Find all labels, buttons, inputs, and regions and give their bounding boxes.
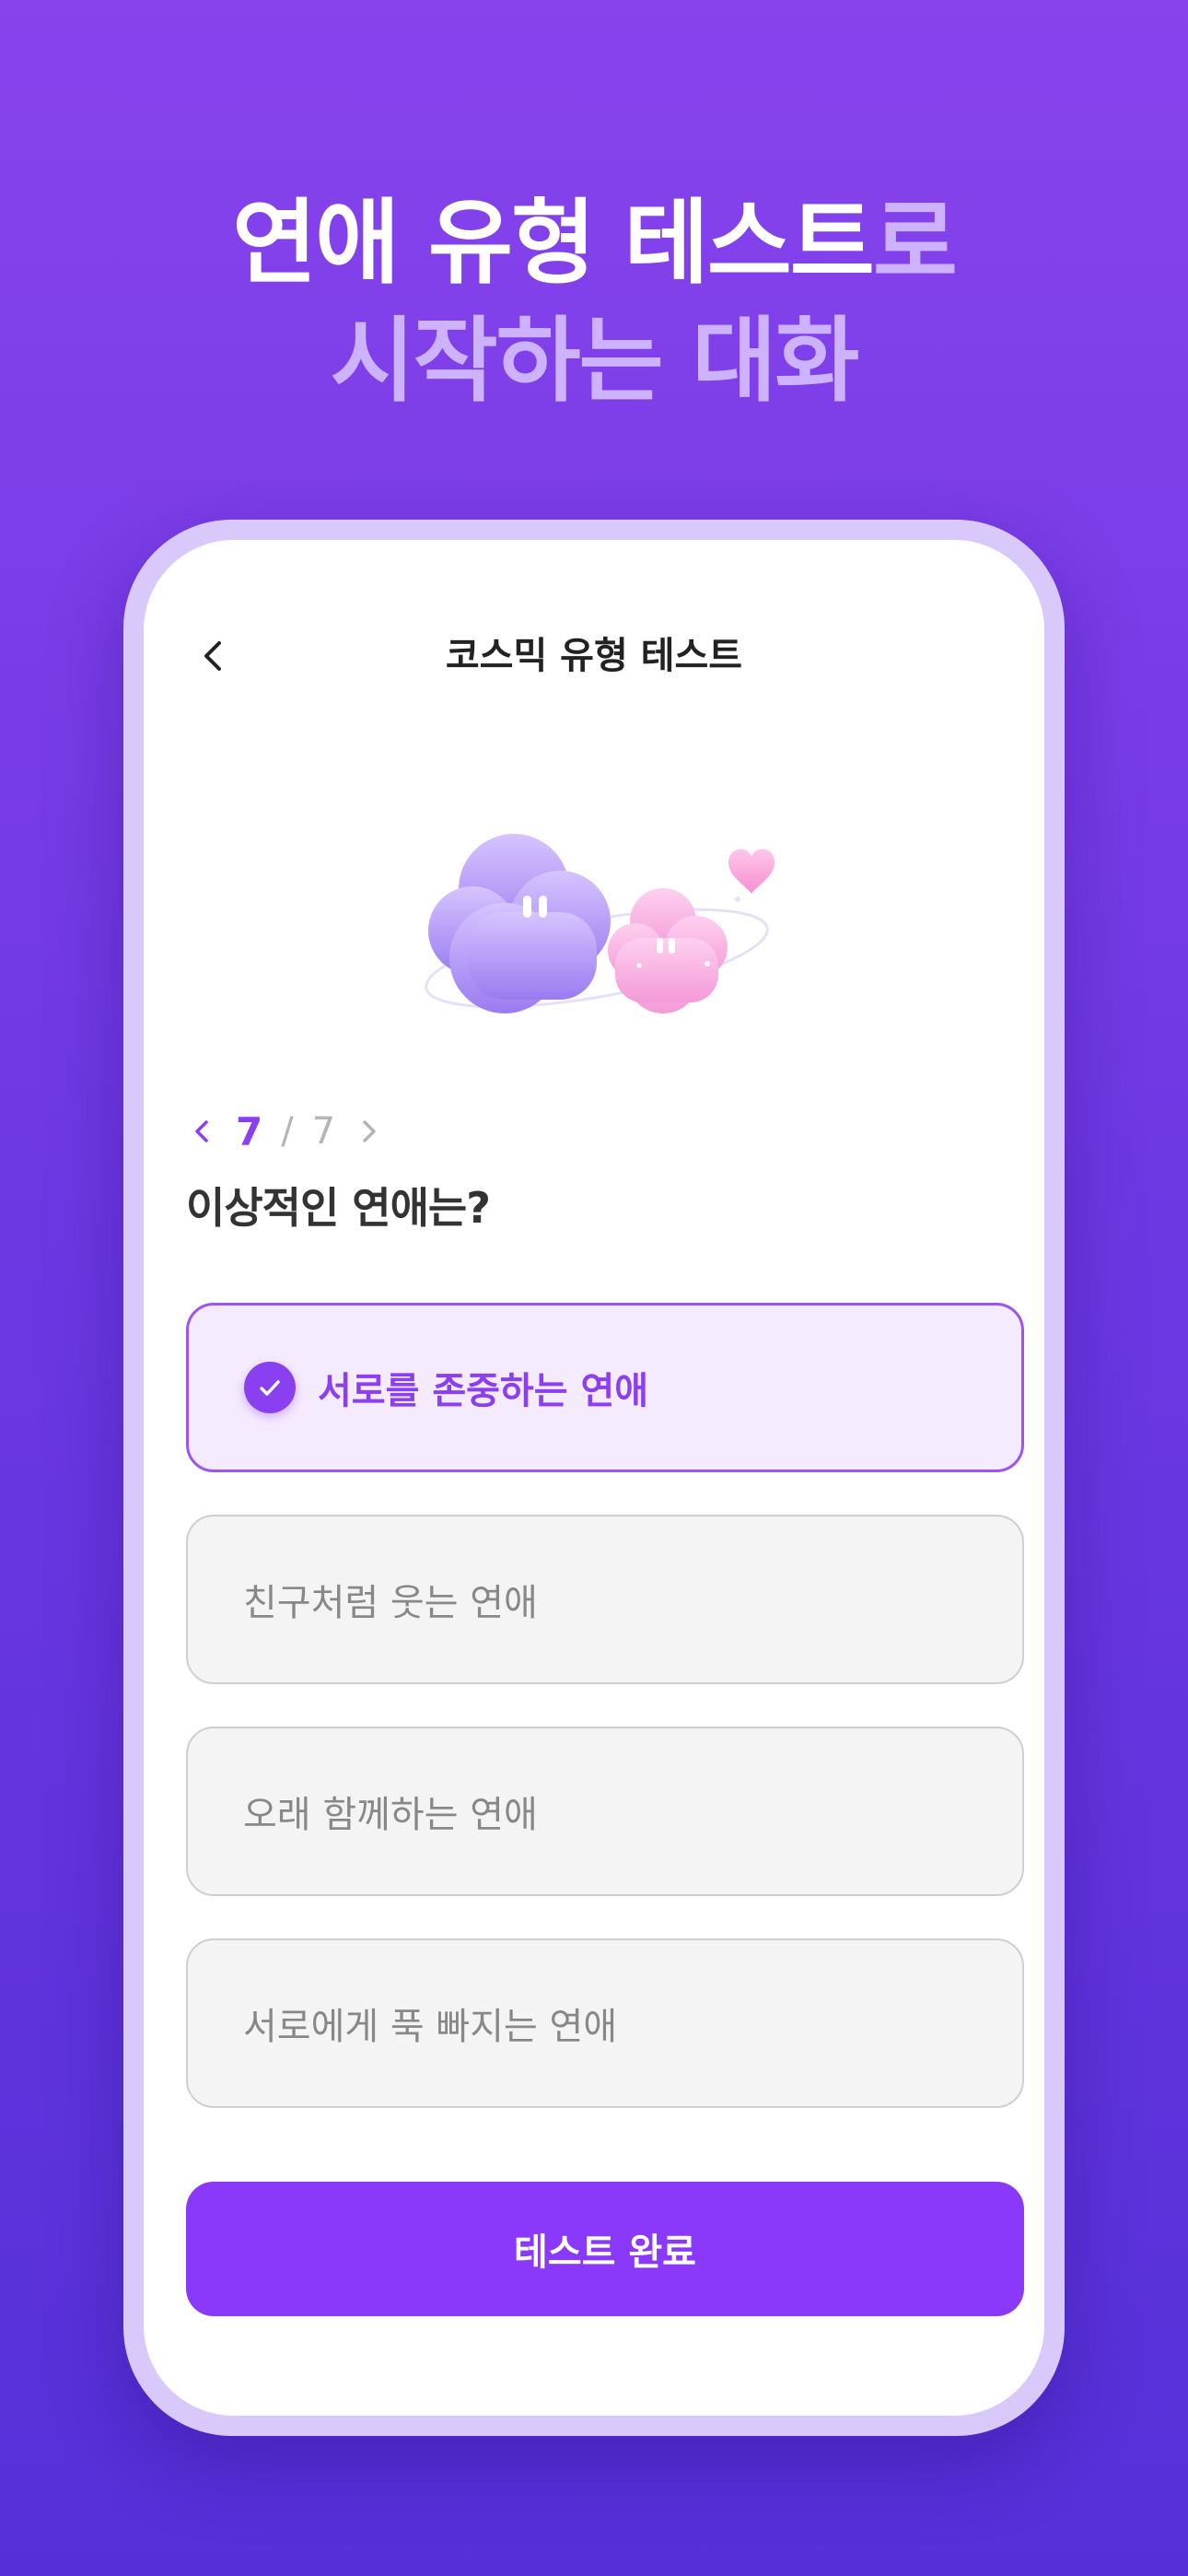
screen-title: 코스믹 유형 테스트 — [445, 635, 743, 677]
check-circle-icon — [244, 1362, 296, 1413]
marketing-headline: 연애 유형 테스트로 시작하는 대화 — [0, 184, 1188, 420]
complete-test-button[interactable]: 테스트 완료 — [186, 2182, 1024, 2316]
headline-line-1: 연애 유형 테스트로 — [0, 184, 1188, 302]
pager-prev-button[interactable] — [186, 1116, 217, 1147]
chevron-left-icon — [195, 1120, 208, 1142]
answer-option-selected[interactable]: 서로를 존중하는 연애 — [186, 1303, 1024, 1472]
chevron-right-icon — [363, 1120, 376, 1142]
answer-option-label: 서로를 존중하는 연애 — [318, 1370, 649, 1412]
answer-option-label: 서로에게 푹 빠지는 연애 — [243, 2006, 618, 2048]
headline-strong-text: 연애 유형 테스트 — [232, 189, 875, 297]
phone-screen: 코스믹 유형 테스트 7 / 7 이상적인 연애는? 서로를 존중하는 연애 친… — [144, 540, 1044, 2416]
headline-line-2: 시작하는 대화 — [330, 307, 860, 415]
answer-option-label: 오래 함께하는 연애 — [243, 1794, 538, 1836]
answer-option[interactable]: 서로에게 푹 빠지는 연애 — [186, 1938, 1024, 2108]
headline-soft-suffix: 로 — [872, 189, 958, 297]
answer-option-label: 친구처럼 웃는 연애 — [243, 1582, 538, 1624]
question-pager: 7 / 7 — [186, 1104, 385, 1159]
cloud-mascot-illustration — [422, 802, 781, 1032]
phone-frame: 코스믹 유형 테스트 7 / 7 이상적인 연애는? 서로를 존중하는 연애 친… — [123, 520, 1065, 2436]
pager-current: 7 — [236, 1108, 263, 1154]
pager-next-button[interactable] — [354, 1116, 385, 1147]
answer-option[interactable]: 오래 함께하는 연애 — [186, 1727, 1024, 1896]
pager-separator: / — [281, 1110, 294, 1153]
question-text: 이상적인 연애는? — [186, 1183, 491, 1233]
answer-option[interactable]: 친구처럼 웃는 연애 — [186, 1515, 1024, 1684]
pager-total: 7 — [311, 1110, 336, 1153]
